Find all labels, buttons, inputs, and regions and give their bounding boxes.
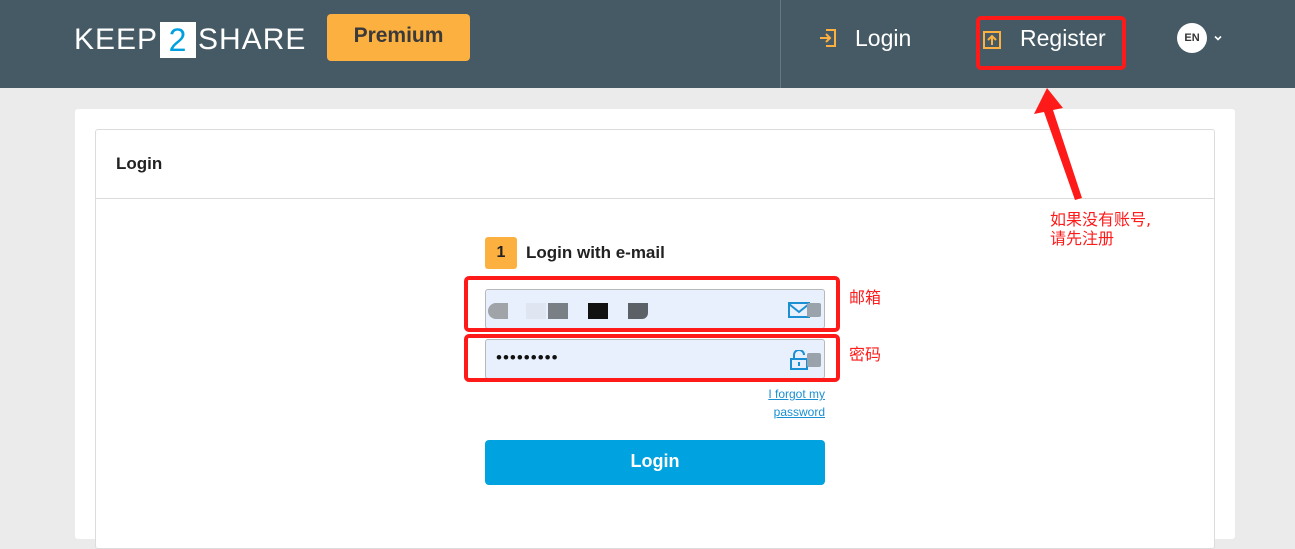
forgot-line-2: password xyxy=(773,405,825,419)
login-submit-button[interactable]: Login xyxy=(485,440,825,485)
register-note: 如果没有账号, 请先注册 xyxy=(1050,210,1151,248)
nav-login-label: Login xyxy=(855,24,912,51)
forgot-password-link[interactable]: I forgot my password xyxy=(740,385,825,421)
nav-login-link[interactable]: Login xyxy=(818,22,911,54)
step-label: Login with e-mail xyxy=(526,243,665,262)
email-note: 邮箱 xyxy=(849,288,882,307)
register-highlight-box xyxy=(976,16,1126,70)
annotation-arrow-icon xyxy=(1034,88,1082,200)
login-icon xyxy=(820,29,836,47)
chevron-down-icon xyxy=(1214,35,1222,41)
email-highlight-box xyxy=(464,276,840,332)
login-step-heading: 1 Login with e-mail xyxy=(485,237,665,269)
password-note: 密码 xyxy=(849,345,882,364)
logo-text-box: 2 xyxy=(160,22,197,58)
language-badge: EN xyxy=(1177,23,1207,53)
logo-text-left: KEEP xyxy=(74,23,159,56)
login-card-title: Login xyxy=(116,154,163,173)
register-note-line-1: 如果没有账号, xyxy=(1050,210,1152,229)
keep2share-logo[interactable]: KEEP 2 SHARE xyxy=(74,22,306,58)
password-highlight-box xyxy=(464,334,840,382)
nav-divider xyxy=(780,0,781,88)
forgot-line-1: I forgot my xyxy=(768,387,825,401)
premium-button[interactable]: Premium xyxy=(327,14,470,61)
step-number-badge: 1 xyxy=(485,237,517,269)
register-note-line-2: 请先注册 xyxy=(1050,229,1115,248)
language-selector[interactable]: EN xyxy=(1177,23,1223,53)
logo-text-right: SHARE xyxy=(198,23,307,56)
